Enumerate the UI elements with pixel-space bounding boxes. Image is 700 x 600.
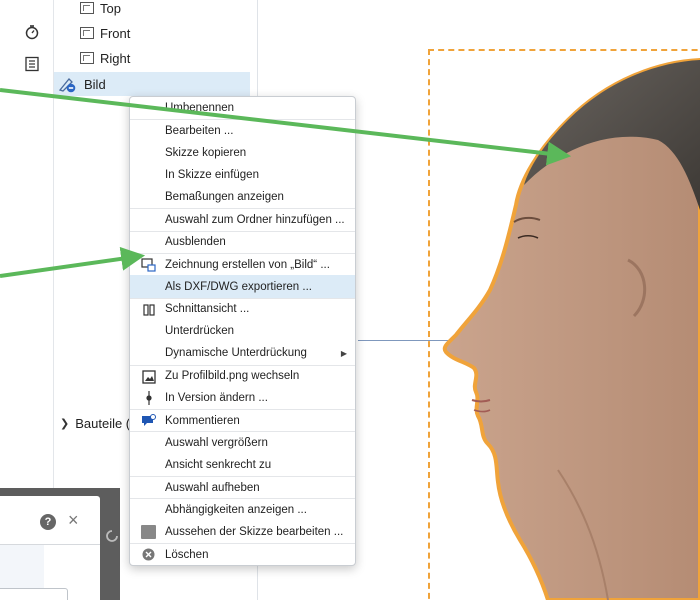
menu-item-label: Ausblenden xyxy=(165,236,226,249)
menu-item-label: Schnittansicht ... xyxy=(165,303,250,316)
menu-item-label: Umbenennen xyxy=(165,102,235,115)
menu-item-label: Bearbeiten ... xyxy=(165,124,234,137)
menu-item-label: Aussehen der Skizze bearbeiten ... xyxy=(165,525,344,538)
section-view-icon xyxy=(141,303,156,317)
tree-item-top-plane[interactable]: Top xyxy=(54,0,254,20)
menu-item-schnittansicht[interactable]: Schnittansicht ... xyxy=(130,297,355,320)
menu-item-unterdrücken[interactable]: Unterdrücken xyxy=(130,320,355,342)
menu-item-in-skizze-einfügen[interactable]: In Skizze einfügen xyxy=(130,164,355,186)
menu-item-label: Dynamische Unterdrückung xyxy=(165,347,307,360)
menu-item-dynamische-unterdrückung[interactable]: Dynamische Unterdrückung ▶ xyxy=(130,342,355,364)
menu-item-kommentieren[interactable]: Kommentieren xyxy=(130,409,355,431)
menu-item-als-dxf-dwg-exportieren[interactable]: Als DXF/DWG exportieren ... xyxy=(130,275,355,298)
menu-item-label: Kommentieren xyxy=(165,414,240,427)
dialog-divider xyxy=(0,544,100,545)
image-icon xyxy=(141,369,156,384)
menu-item-label: Zeichnung erstellen von „Bild“ ... xyxy=(165,258,330,271)
tree-item-sketch-bild[interactable]: Bild xyxy=(54,72,250,96)
export-dialog: ? × xyxy=(0,496,100,600)
menu-item-umbenennen[interactable]: Umbenennen xyxy=(130,97,355,119)
tree-item-label: Bild xyxy=(84,76,106,92)
menu-item-löschen[interactable]: Löschen xyxy=(130,542,355,565)
refresh-icon[interactable] xyxy=(104,528,120,544)
dialog-input-field[interactable] xyxy=(0,588,68,600)
menu-item-label: Zu Profilbild.png wechseln xyxy=(165,370,300,383)
menu-item-zeichnung-erstellen-von-bild[interactable]: Zeichnung erstellen von „Bild“ ... xyxy=(130,253,355,275)
menu-item-label: Auswahl zum Ordner hinzufügen ... xyxy=(165,214,345,227)
context-menu: Umbenennen Bearbeiten ... Skizze kopieren I… xyxy=(129,96,356,567)
version-icon xyxy=(141,390,156,405)
help-icon[interactable]: ? xyxy=(40,514,56,530)
menu-item-ansicht-senkrecht-zu[interactable]: Ansicht senkrecht zu xyxy=(130,454,355,476)
menu-item-label: In Skizze einfügen xyxy=(165,169,259,182)
menu-item-bearbeiten[interactable]: Bearbeiten ... xyxy=(130,119,355,141)
menu-item-in-version-ändern[interactable]: In Version ändern ... xyxy=(130,387,355,409)
menu-item-label: Auswahl vergrößern xyxy=(165,437,268,450)
list-icon[interactable] xyxy=(22,54,42,74)
delete-icon xyxy=(141,548,156,562)
menu-item-auswahl-vergrößern[interactable]: Auswahl vergrößern xyxy=(130,431,355,453)
plane-icon xyxy=(80,52,94,64)
tree-item-right-plane[interactable]: Right xyxy=(54,46,254,70)
dialog-backdrop: ? × xyxy=(0,488,120,600)
sketch-icon xyxy=(58,75,80,93)
tree-item-label: Front xyxy=(100,25,131,41)
menu-item-label: Auswahl aufheben xyxy=(165,481,260,494)
menu-item-skizze-kopieren[interactable]: Skizze kopieren xyxy=(130,142,355,164)
menu-item-label: Als DXF/DWG exportieren ... xyxy=(165,280,312,293)
parts-header-label: Bauteile ( xyxy=(75,415,131,431)
menu-item-bemaßungen-anzeigen[interactable]: Bemaßungen anzeigen xyxy=(130,186,355,208)
submenu-arrow-icon: ▶ xyxy=(340,348,347,358)
menu-item-ausblenden[interactable]: Ausblenden xyxy=(130,230,355,253)
plane-icon xyxy=(80,2,94,14)
menu-item-label: Ansicht senkrecht zu xyxy=(165,458,272,471)
drawing-icon xyxy=(141,258,156,272)
menu-item-label: Abhängigkeiten anzeigen ... xyxy=(165,503,307,516)
menu-item-label: Unterdrücken xyxy=(165,325,235,338)
close-icon[interactable]: × xyxy=(68,510,79,530)
chevron-down-icon: ❯ xyxy=(60,417,70,430)
appearance-icon xyxy=(141,524,156,539)
plane-icon xyxy=(80,27,94,39)
comment-icon xyxy=(141,414,156,428)
menu-item-label: Skizze kopieren xyxy=(165,146,247,159)
menu-item-label: Löschen xyxy=(165,548,209,561)
tree-item-label: Right xyxy=(100,50,131,66)
menu-item-auswahl-aufheben[interactable]: Auswahl aufheben xyxy=(130,476,355,498)
menu-item-label: In Version ändern ... xyxy=(165,392,268,404)
menu-item-auswahl-zum-ordner-hinzufügen[interactable]: Auswahl zum Ordner hinzufügen ... xyxy=(130,208,355,230)
menu-item-aussehen-der-skizze-bearbeiten[interactable]: Aussehen der Skizze bearbeiten ... xyxy=(130,521,355,543)
stopwatch-icon[interactable] xyxy=(22,22,42,42)
menu-item-label: Bemaßungen anzeigen xyxy=(165,191,284,204)
tree-item-label: Top xyxy=(100,0,121,16)
tree-item-front-plane[interactable]: Front xyxy=(54,21,254,45)
menu-item-abhängigkeiten-anzeigen[interactable]: Abhängigkeiten anzeigen ... xyxy=(130,498,355,520)
menu-item-zu-profilbild-png-wechseln[interactable]: Zu Profilbild.png wechseln xyxy=(130,364,355,387)
